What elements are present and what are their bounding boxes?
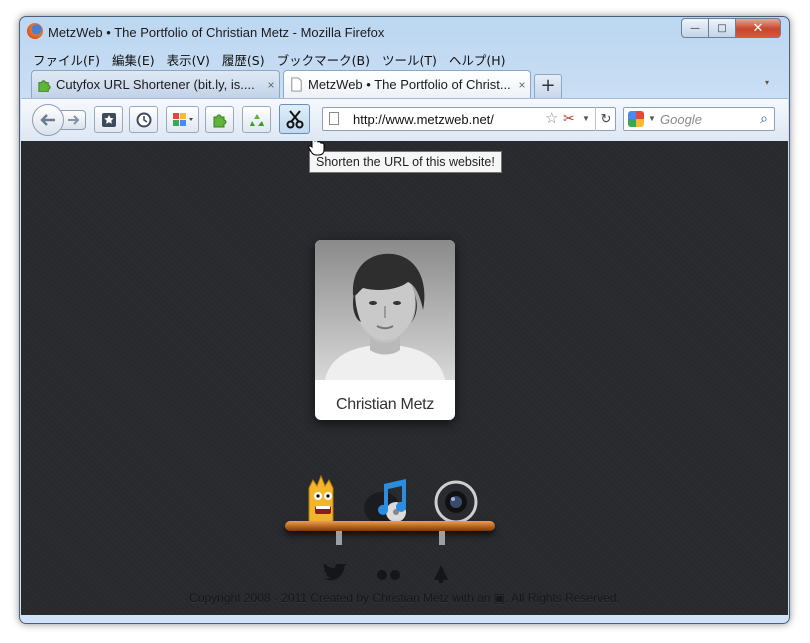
tab-metzweb[interactable]: MetzWeb • The Portfolio of Christ... × bbox=[283, 70, 531, 98]
footer-copyright: Copyright 2008 - 2011 Created by Christi… bbox=[189, 591, 620, 605]
camera-app-icon[interactable] bbox=[434, 480, 478, 524]
tab-list-arrow-icon[interactable]: ▾ bbox=[765, 78, 769, 87]
twitter-bird-icon[interactable] bbox=[321, 564, 349, 584]
monster-app-icon[interactable] bbox=[308, 474, 334, 525]
url-bar[interactable]: http://www.metzweb.net/ ☆ ✂ ▼ ↻ bbox=[322, 107, 616, 131]
hand-cursor-icon bbox=[308, 141, 325, 156]
puzzle-icon bbox=[38, 80, 51, 92]
puzzle-icon bbox=[213, 114, 226, 127]
shelf-bracket bbox=[336, 531, 342, 545]
menu-history[interactable]: 履歴(S) bbox=[217, 48, 272, 68]
tab-label: Cutyfox URL Shortener (bit.ly, is.... bbox=[56, 77, 255, 92]
tab-close-icon[interactable]: × bbox=[263, 78, 279, 92]
menu-file[interactable]: ファイル(F) bbox=[28, 48, 107, 68]
profile-name: Christian Metz bbox=[335, 396, 435, 413]
web-page-content: Shorten the URL of this website! Christi… bbox=[21, 141, 788, 615]
profile-photo bbox=[315, 240, 455, 380]
bookmarks-button[interactable] bbox=[94, 106, 123, 133]
recycle-button[interactable] bbox=[242, 106, 271, 133]
tab-cutyfox[interactable]: Cutyfox URL Shortener (bit.ly, is.... × bbox=[31, 70, 280, 98]
shelf-icons bbox=[308, 474, 478, 525]
forward-arrow-icon bbox=[68, 115, 80, 125]
music-app-icon[interactable] bbox=[364, 479, 406, 524]
back-arrow-icon bbox=[40, 114, 55, 126]
window-title: MetzWeb • The Portfolio of Christian Met… bbox=[48, 25, 385, 40]
search-input[interactable]: Google bbox=[660, 112, 702, 127]
flickr-icon[interactable] bbox=[376, 569, 402, 581]
menu-bar: ファイル(F) 編集(E) 表示(V) 履歴(S) ブックマーク(B) ツール(… bbox=[28, 48, 513, 68]
shelf-bracket bbox=[439, 531, 445, 545]
search-icon[interactable]: ⌕ bbox=[760, 110, 768, 127]
url-input[interactable]: http://www.metzweb.net/ bbox=[353, 112, 494, 127]
tab-bar: Cutyfox URL Shortener (bit.ly, is.... × … bbox=[28, 70, 783, 99]
clock-icon bbox=[136, 112, 151, 127]
google-icon[interactable] bbox=[628, 111, 644, 127]
back-button[interactable] bbox=[32, 104, 64, 136]
addons-button[interactable] bbox=[205, 106, 234, 133]
title-bar: MetzWeb • The Portfolio of Christian Met… bbox=[20, 17, 789, 47]
scissors-icon[interactable]: ✂ bbox=[563, 110, 575, 127]
menu-bookmarks[interactable]: ブックマーク(B) bbox=[272, 48, 377, 68]
google-toolbar-button[interactable] bbox=[166, 106, 199, 133]
shorten-url-button[interactable] bbox=[279, 104, 310, 134]
page-icon bbox=[329, 112, 339, 125]
firefox-logo-icon bbox=[27, 23, 43, 39]
new-tab-button[interactable]: + bbox=[534, 74, 562, 99]
shelf bbox=[285, 521, 495, 531]
bookmark-star-icon bbox=[101, 112, 116, 127]
chevron-down-icon[interactable]: ▼ bbox=[582, 114, 590, 123]
menu-edit[interactable]: 編集(E) bbox=[107, 48, 162, 68]
navigation-toolbar: http://www.metzweb.net/ ☆ ✂ ▼ ↻ ▼ Google… bbox=[21, 98, 788, 142]
tab-label: MetzWeb • The Portfolio of Christ... bbox=[308, 77, 511, 92]
back-forward-group bbox=[32, 104, 92, 136]
browser-window: MetzWeb • The Portfolio of Christian Met… bbox=[19, 16, 790, 624]
history-button[interactable] bbox=[129, 106, 158, 133]
menu-view[interactable]: 表示(V) bbox=[162, 48, 217, 68]
close-button[interactable]: ✕ bbox=[735, 18, 781, 38]
reload-icon[interactable]: ↻ bbox=[595, 107, 616, 131]
forrst-tree-icon[interactable] bbox=[432, 564, 450, 584]
profile-card[interactable]: Christian Metz bbox=[315, 240, 455, 420]
tab-close-icon[interactable]: × bbox=[514, 78, 530, 92]
maximize-button[interactable]: □ bbox=[708, 18, 736, 38]
menu-tools[interactable]: ツール(T) bbox=[377, 48, 444, 68]
chevron-down-icon[interactable]: ▼ bbox=[648, 114, 656, 123]
search-bar[interactable]: ▼ Google ⌕ bbox=[623, 107, 775, 131]
bookmark-star-icon[interactable]: ☆ bbox=[545, 109, 558, 127]
recycle-icon bbox=[249, 113, 264, 126]
scissors-icon bbox=[286, 110, 303, 129]
window-controls: — □ ✕ bbox=[681, 18, 781, 38]
google-icon bbox=[172, 112, 193, 126]
page-icon bbox=[291, 77, 302, 92]
tooltip: Shorten the URL of this website! bbox=[309, 151, 502, 173]
menu-help[interactable]: ヘルプ(H) bbox=[444, 48, 513, 68]
minimize-button[interactable]: — bbox=[681, 18, 709, 38]
